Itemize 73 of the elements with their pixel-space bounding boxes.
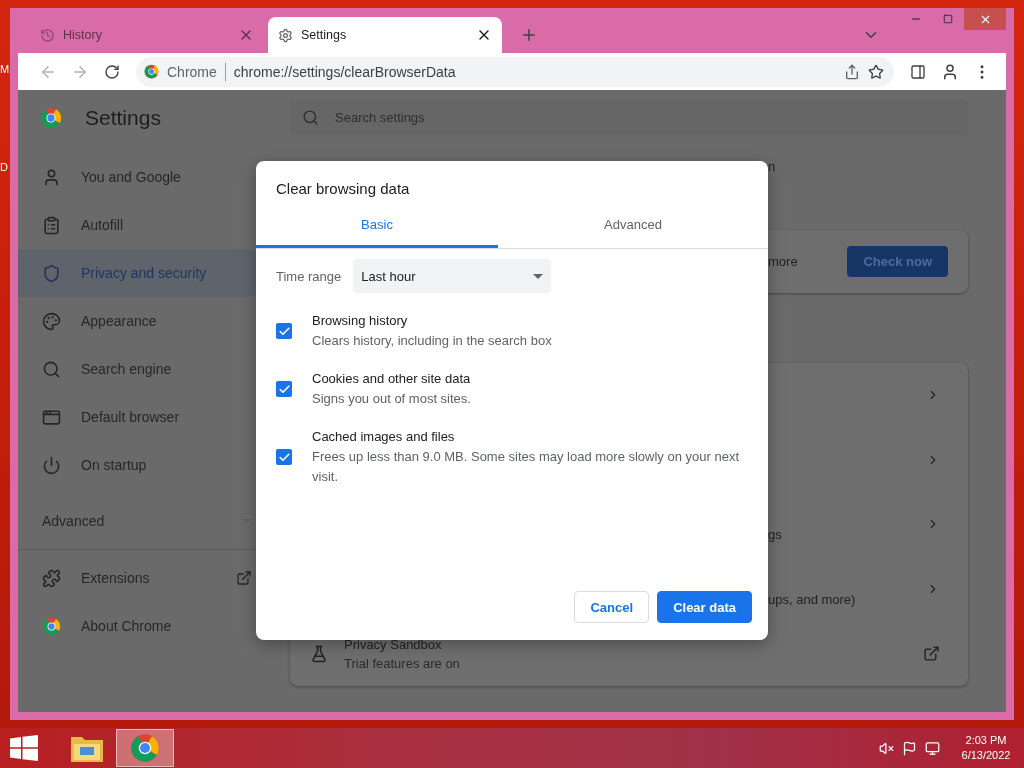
option-description: Frees up less than 9.0 MB. Some sites may load more slowly on your next visit. bbox=[312, 448, 741, 486]
card-text: more bbox=[768, 254, 798, 269]
site-chip: Chrome bbox=[167, 62, 226, 81]
star-icon[interactable] bbox=[868, 63, 884, 80]
clock-icon bbox=[40, 27, 55, 43]
muted-speaker-icon[interactable] bbox=[879, 740, 894, 756]
cancel-button[interactable]: Cancel bbox=[574, 591, 650, 623]
external-link-icon bbox=[236, 570, 252, 586]
palette-icon bbox=[42, 311, 61, 331]
network-icon[interactable] bbox=[925, 740, 940, 756]
tab-title: Settings bbox=[301, 28, 348, 42]
flask-icon bbox=[310, 644, 328, 663]
dialog-tab[interactable]: Advanced bbox=[498, 204, 768, 248]
dialog-tab[interactable]: Basic bbox=[256, 204, 498, 248]
row-subtitle: Trial features are on bbox=[344, 655, 460, 671]
power-icon bbox=[42, 455, 61, 475]
time-range-select[interactable]: Last hour bbox=[353, 259, 552, 293]
person-icon bbox=[42, 167, 61, 187]
row-text: ups, and more) bbox=[768, 592, 856, 608]
option-title: Browsing history bbox=[312, 312, 409, 330]
windows-logo-icon[interactable] bbox=[10, 735, 38, 761]
browser-tab[interactable]: Settings bbox=[268, 17, 502, 53]
nav-item[interactable]: Extensions bbox=[18, 554, 270, 602]
chrome-logo-icon bbox=[144, 64, 159, 79]
profile-icon[interactable] bbox=[941, 62, 959, 81]
page-title: Settings bbox=[85, 105, 161, 130]
nav-item[interactable]: Default browser bbox=[18, 393, 270, 441]
puzzle-icon bbox=[42, 568, 61, 588]
share-icon[interactable] bbox=[844, 63, 860, 80]
option-title: Cached images and files bbox=[312, 428, 456, 446]
browser-tab[interactable]: History bbox=[30, 17, 264, 53]
maximize-icon[interactable] bbox=[943, 14, 953, 24]
checkbox[interactable] bbox=[276, 381, 292, 397]
chrome-logo-icon bbox=[40, 106, 62, 129]
chrome-app[interactable] bbox=[116, 729, 174, 767]
checkbox[interactable] bbox=[276, 449, 292, 465]
side-panel-icon[interactable] bbox=[910, 63, 926, 80]
nav-item[interactable]: You and Google bbox=[18, 153, 270, 201]
search-field[interactable]: Search settings bbox=[290, 100, 968, 135]
row-text: gs bbox=[768, 527, 782, 543]
desktop-icon-label: M bbox=[0, 63, 10, 75]
nav-item[interactable]: Search engine bbox=[18, 345, 270, 393]
caret-icon bbox=[533, 273, 544, 279]
checkbox[interactable] bbox=[276, 323, 292, 339]
url-text: chrome://settings/clearBrowserData bbox=[233, 63, 457, 80]
nav-item[interactable]: On startup bbox=[18, 441, 270, 489]
chrome-logo-icon bbox=[42, 616, 61, 636]
browser-window-icon bbox=[42, 407, 61, 427]
nav-item[interactable]: Appearance bbox=[18, 297, 270, 345]
row-title: Privacy Sandbox bbox=[344, 636, 443, 652]
address-bar[interactable]: Chrome chrome://settings/clearBrowserData bbox=[136, 56, 894, 87]
option-description: Signs you out of most sites. bbox=[312, 390, 471, 408]
tab-title: History bbox=[63, 28, 103, 42]
check-now-button[interactable]: Check now bbox=[847, 246, 948, 277]
search-icon bbox=[302, 109, 319, 126]
external-link-icon[interactable] bbox=[923, 645, 940, 663]
shield-icon bbox=[42, 263, 61, 283]
clear-data-button[interactable]: Clear data bbox=[657, 591, 752, 623]
desktop-icon-label: D bbox=[0, 161, 8, 173]
clock[interactable]: 2:03 PM 6/13/2022 bbox=[948, 733, 1024, 763]
dialog-title: Clear browsing data bbox=[275, 179, 411, 199]
reload-icon[interactable] bbox=[104, 63, 120, 80]
chrome-logo-icon bbox=[130, 733, 160, 763]
new-tab-icon[interactable] bbox=[520, 26, 538, 44]
gear-icon bbox=[278, 27, 293, 43]
nav-item[interactable]: About Chrome bbox=[18, 602, 270, 650]
option-title: Cookies and other site data bbox=[312, 370, 471, 388]
section-heading: n bbox=[768, 159, 776, 174]
search-icon bbox=[42, 359, 61, 379]
clipboard-icon bbox=[42, 215, 61, 235]
option-description: Clears history, including in the search box bbox=[312, 332, 552, 350]
flag-icon[interactable] bbox=[902, 740, 917, 756]
time-range-label: Time range bbox=[276, 268, 342, 284]
